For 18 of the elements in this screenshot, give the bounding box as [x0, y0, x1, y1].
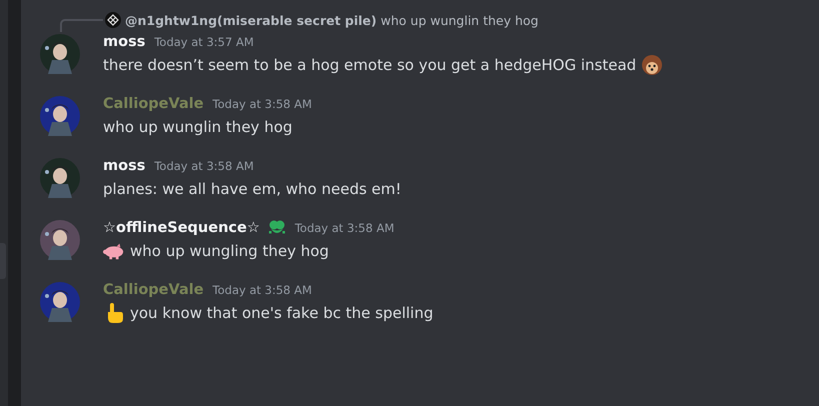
message-text: planes: we all have em, who needs em!	[103, 180, 402, 198]
message-text: who up wungling they hog	[130, 242, 329, 260]
message-text: who up wunglin they hog	[103, 118, 292, 136]
hedgehog-icon	[641, 54, 664, 76]
timestamp: Today at 3:58 AM	[154, 159, 254, 173]
reply-line	[59, 18, 103, 32]
message-text: there doesn’t seem to be a hog emote so you get a hedgeHOG instead	[103, 56, 636, 74]
reply-author[interactable]: @n1ghtw1ng(miserable secret pile)	[125, 12, 377, 28]
message-text: you know that one's fake bc the spelling	[130, 304, 434, 322]
timestamp: Today at 3:57 AM	[154, 35, 254, 49]
username[interactable]: moss	[103, 34, 146, 50]
avatar-icon	[105, 12, 121, 28]
reply-text[interactable]: who up wunglin they hog	[380, 12, 538, 28]
timestamp: Today at 3:58 AM	[294, 221, 394, 235]
username[interactable]: moss	[103, 158, 146, 174]
username[interactable]: ☆offlineSequence☆	[103, 220, 260, 236]
timestamp: Today at 3:58 AM	[212, 283, 312, 297]
timestamp: Today at 3:58 AM	[212, 97, 312, 111]
